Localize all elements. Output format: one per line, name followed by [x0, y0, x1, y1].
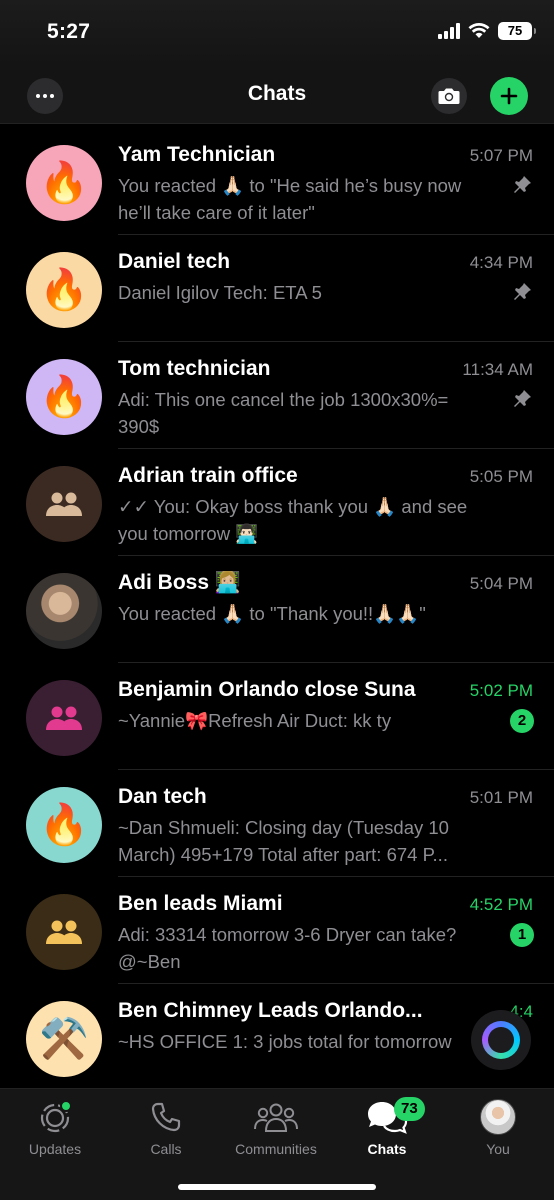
chat-name: Yam Technician — [118, 143, 276, 166]
chat-time: 5:02 PM — [469, 681, 533, 700]
chat-preview: You reacted 🙏🏻 to "Thank you!!🙏🏻🙏🏻" — [118, 603, 426, 624]
chat-name: Adi Boss 👩🏼‍💻 — [118, 571, 241, 594]
fire-emoji-avatar: 🔥 — [39, 161, 89, 205]
pin-icon — [514, 176, 531, 193]
hammer-and-pick-emoji-avatar: ⚒️ — [39, 1017, 89, 1061]
chat-time: 4:52 PM — [469, 895, 533, 914]
chat-avatar: 🔥 — [26, 787, 102, 863]
camera-button[interactable] — [431, 78, 467, 114]
chat-preview: Adi: This one cancel the job 1300x30%= 3… — [118, 389, 449, 437]
chat-time: 5:01 PM — [469, 788, 533, 807]
chat-preview: ~Yannie🎀Refresh Air Duct: kk ty — [118, 710, 392, 731]
chat-name: Dan tech — [118, 785, 207, 808]
status-time: 5:27 — [47, 20, 91, 43]
unread-badge: 1 — [510, 923, 534, 947]
home-indicator — [178, 1184, 376, 1190]
chat-list[interactable]: 🔥 Yam Technician 5:07 PM You reacted 🙏🏻 … — [0, 128, 554, 1088]
communities-icon — [254, 1103, 298, 1132]
chat-avatar — [26, 894, 102, 970]
tab-label: Chats — [367, 1141, 407, 1157]
updates-icon — [40, 1100, 72, 1133]
profile-photo-avatar — [26, 573, 102, 649]
meta-ai-icon — [482, 1021, 520, 1059]
chat-time: 5:04 PM — [469, 574, 533, 593]
chat-time: 4:34 PM — [469, 253, 533, 272]
chat-row[interactable]: Ben leads Miami 4:52 PM Adi: 33314 tomor… — [0, 877, 554, 984]
chats-unread-badge: 73 — [394, 1097, 425, 1121]
pin-icon — [514, 390, 531, 407]
meta-ai-button[interactable] — [471, 1010, 531, 1070]
tab-label: Calls — [150, 1141, 182, 1157]
pin-icon — [514, 283, 531, 300]
chat-row[interactable]: Benjamin Orlando close Suna 5:02 PM ~Yan… — [0, 663, 554, 770]
tab-you[interactable]: You — [443, 1097, 553, 1167]
chat-preview: You reacted 🙏🏻 to "He said he’s busy now… — [118, 175, 462, 223]
chat-row[interactable]: 🔥 Tom technician 11:34 AM Adi: This one … — [0, 342, 554, 449]
chat-time: 11:34 AM — [462, 360, 533, 379]
battery-indicator: 75 — [498, 22, 536, 40]
chat-avatar: 🔥 — [26, 252, 102, 328]
chat-name: Adrian train office — [118, 464, 298, 487]
phone-icon — [151, 1102, 181, 1132]
chat-name: Daniel tech — [118, 250, 231, 273]
tab-updates[interactable]: Updates — [0, 1097, 110, 1167]
plus-icon — [500, 87, 518, 105]
chat-name: Benjamin Orlando close Suna — [118, 678, 416, 701]
chat-preview: Adi: 33314 tomorrow 3-6 Dryer can take? … — [118, 924, 457, 972]
page-title: Chats — [247, 82, 307, 105]
tab-label: You — [486, 1141, 510, 1157]
tab-chats[interactable]: Chats 73 — [332, 1097, 442, 1167]
group-icon — [46, 920, 82, 944]
fire-emoji-avatar: 🔥 — [39, 803, 89, 847]
new-chat-button[interactable] — [490, 77, 528, 115]
tab-calls[interactable]: Calls — [111, 1097, 221, 1167]
chat-preview: ~Dan Shmueli: Closing day (Tuesday 10 Ma… — [118, 817, 449, 865]
status-icons: 75 — [438, 22, 536, 40]
cellular-signal-icon — [438, 23, 460, 39]
chat-name: Tom technician — [118, 357, 271, 380]
profile-avatar — [480, 1099, 516, 1135]
chat-avatar: 🔥 — [26, 145, 102, 221]
chat-avatar — [26, 466, 102, 542]
group-icon — [46, 706, 82, 730]
fire-emoji-avatar: 🔥 — [39, 268, 89, 312]
header: Chats — [0, 66, 554, 124]
chat-time: 5:07 PM — [469, 146, 533, 165]
tab-bar: Updates Calls Communities Chats 73 You — [0, 1088, 554, 1200]
camera-icon — [438, 88, 460, 104]
chat-row[interactable]: Adi Boss 👩🏼‍💻 5:04 PM You reacted 🙏🏻 to … — [0, 556, 554, 663]
chat-name: Ben leads Miami — [118, 892, 283, 915]
chat-row[interactable]: 🔥 Yam Technician 5:07 PM You reacted 🙏🏻 … — [0, 128, 554, 235]
chat-name: Ben Chimney Leads Orlando... — [118, 999, 423, 1022]
tab-label: Communities — [235, 1141, 317, 1157]
chat-row[interactable]: 🔥 Dan tech 5:01 PM ~Dan Shmueli: Closing… — [0, 770, 554, 877]
chat-preview: ✓✓ You: Okay boss thank you 🙏🏻 and see y… — [118, 496, 468, 544]
chat-avatar — [26, 680, 102, 756]
chat-row[interactable]: 🔥 Daniel tech 4:34 PM Daniel Igilov Tech… — [0, 235, 554, 342]
fire-emoji-avatar: 🔥 — [39, 375, 89, 419]
chat-avatar: 🔥 — [26, 359, 102, 435]
tab-label: Updates — [28, 1141, 82, 1157]
chat-time: 5:05 PM — [469, 467, 533, 486]
wifi-icon — [468, 23, 490, 38]
chat-row[interactable]: Adrian train office 5:05 PM ✓✓ You: Okay… — [0, 449, 554, 556]
chat-preview: ~HS OFFICE 1: 3 jobs total for tomorrow — [118, 1031, 452, 1052]
chat-preview: Daniel Igilov Tech: ETA 5 — [118, 282, 322, 303]
unread-badge: 2 — [510, 709, 534, 733]
chat-avatar: ⚒️ — [26, 1001, 102, 1077]
group-icon — [46, 492, 82, 516]
status-bar: 5:27 75 — [0, 0, 554, 66]
tab-communities[interactable]: Communities — [221, 1097, 331, 1167]
